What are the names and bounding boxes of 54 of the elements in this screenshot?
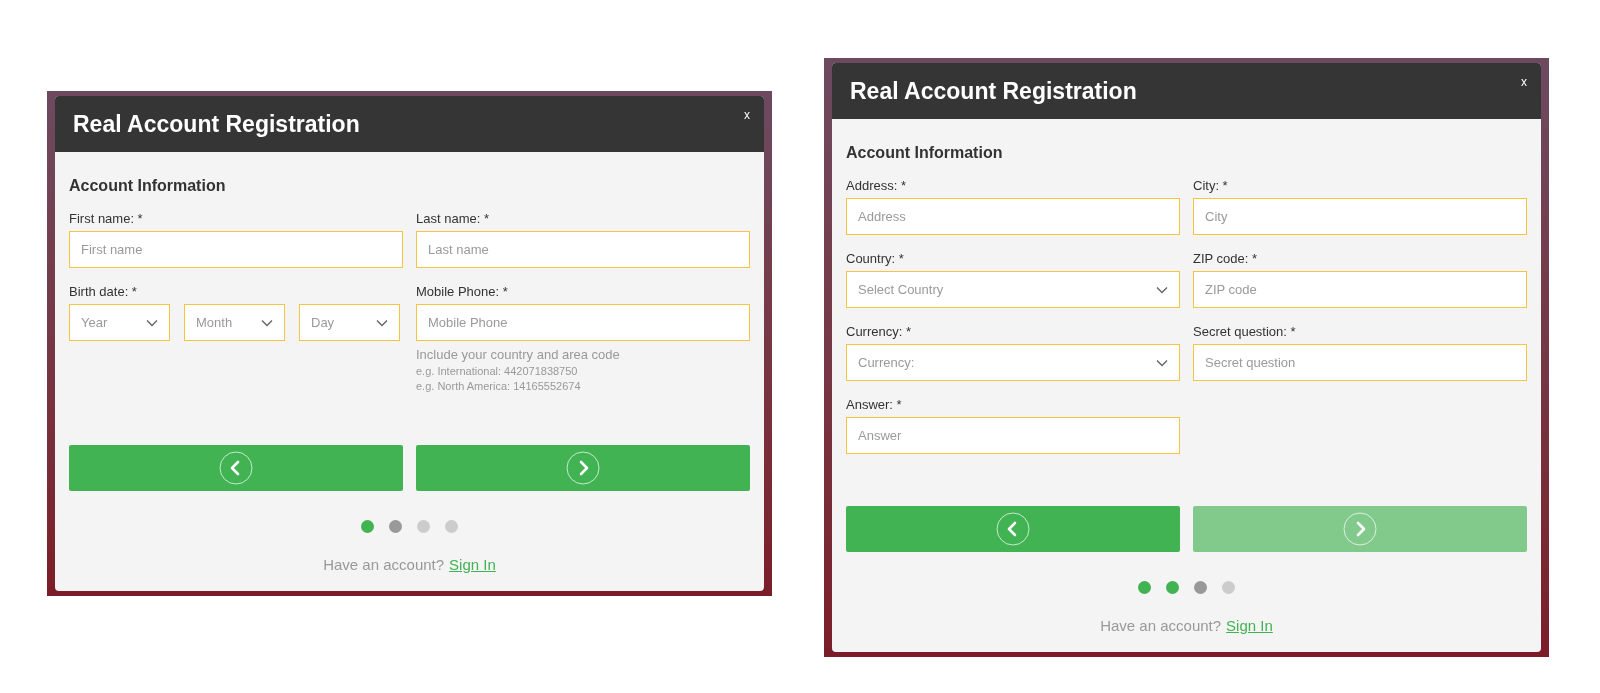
text-field[interactable]: Address	[846, 198, 1180, 235]
chevron-left-icon	[219, 451, 253, 485]
field-label: Secret question: *	[1193, 324, 1297, 340]
chevron-left-icon	[996, 512, 1030, 546]
select-field[interactable]: Currency:	[846, 344, 1180, 381]
select-placeholder: Currency:	[858, 353, 915, 372]
select-placeholder: Day	[311, 313, 335, 332]
text-field[interactable]: Last name	[416, 231, 750, 268]
chevron-down-icon	[376, 318, 388, 327]
example-text: e.g. International: 442071838750	[416, 364, 579, 378]
text-field[interactable]: First name	[69, 231, 403, 268]
chevron-right-icon	[1343, 512, 1377, 546]
dialog-title: Real Account Registration	[850, 76, 1137, 106]
field-label: Last name: *	[416, 211, 490, 227]
field-hint: Include your country and area code	[416, 347, 621, 363]
select-placeholder: Year	[81, 313, 108, 332]
select-placeholder: Select Country	[858, 280, 944, 299]
field-label: Currency: *	[846, 324, 913, 340]
close-button[interactable]: x	[744, 106, 750, 124]
select-field[interactable]: Select Country	[846, 271, 1180, 308]
footer-text: Have an account?	[1100, 616, 1222, 636]
text-field[interactable]: ZIP code	[1193, 271, 1527, 308]
chevron-down-icon	[146, 318, 158, 327]
chevron-down-icon	[261, 318, 273, 327]
text-field[interactable]: City	[1193, 198, 1527, 235]
select-field[interactable]: Day	[299, 304, 400, 341]
field-label: First name: *	[69, 211, 144, 227]
text-field[interactable]: Secret question	[1193, 344, 1527, 381]
select-field[interactable]: Month	[184, 304, 285, 341]
field-label: Mobile Phone: *	[416, 284, 509, 300]
next-button[interactable]	[416, 445, 750, 491]
field-label: Answer: *	[846, 397, 903, 413]
section-title: Account Information	[846, 143, 1004, 163]
select-placeholder: Month	[196, 313, 233, 332]
section-title: Account Information	[69, 176, 227, 196]
close-button[interactable]: x	[1521, 73, 1527, 91]
back-button[interactable]	[846, 506, 1180, 552]
dialog-title: Real Account Registration	[73, 109, 360, 139]
sign-in-link[interactable]: Sign In	[449, 554, 496, 577]
footer-text: Have an account?	[323, 555, 445, 575]
example-text: e.g. North America: 14165552674	[416, 379, 582, 393]
back-button[interactable]	[69, 445, 403, 491]
select-field[interactable]: Year	[69, 304, 170, 341]
field-label: ZIP code: *	[1193, 251, 1259, 267]
field-label: City: *	[1193, 178, 1229, 194]
text-field[interactable]: Answer	[846, 417, 1180, 454]
field-label: Birth date: *	[69, 284, 138, 300]
text-field[interactable]: Mobile Phone	[416, 304, 750, 341]
chevron-down-icon	[1156, 285, 1168, 294]
sign-in-link[interactable]: Sign In	[1226, 615, 1273, 638]
field-label: Country: *	[846, 251, 905, 267]
field-label: Address: *	[846, 178, 907, 194]
chevron-right-icon	[566, 451, 600, 485]
chevron-down-icon	[1156, 358, 1168, 367]
